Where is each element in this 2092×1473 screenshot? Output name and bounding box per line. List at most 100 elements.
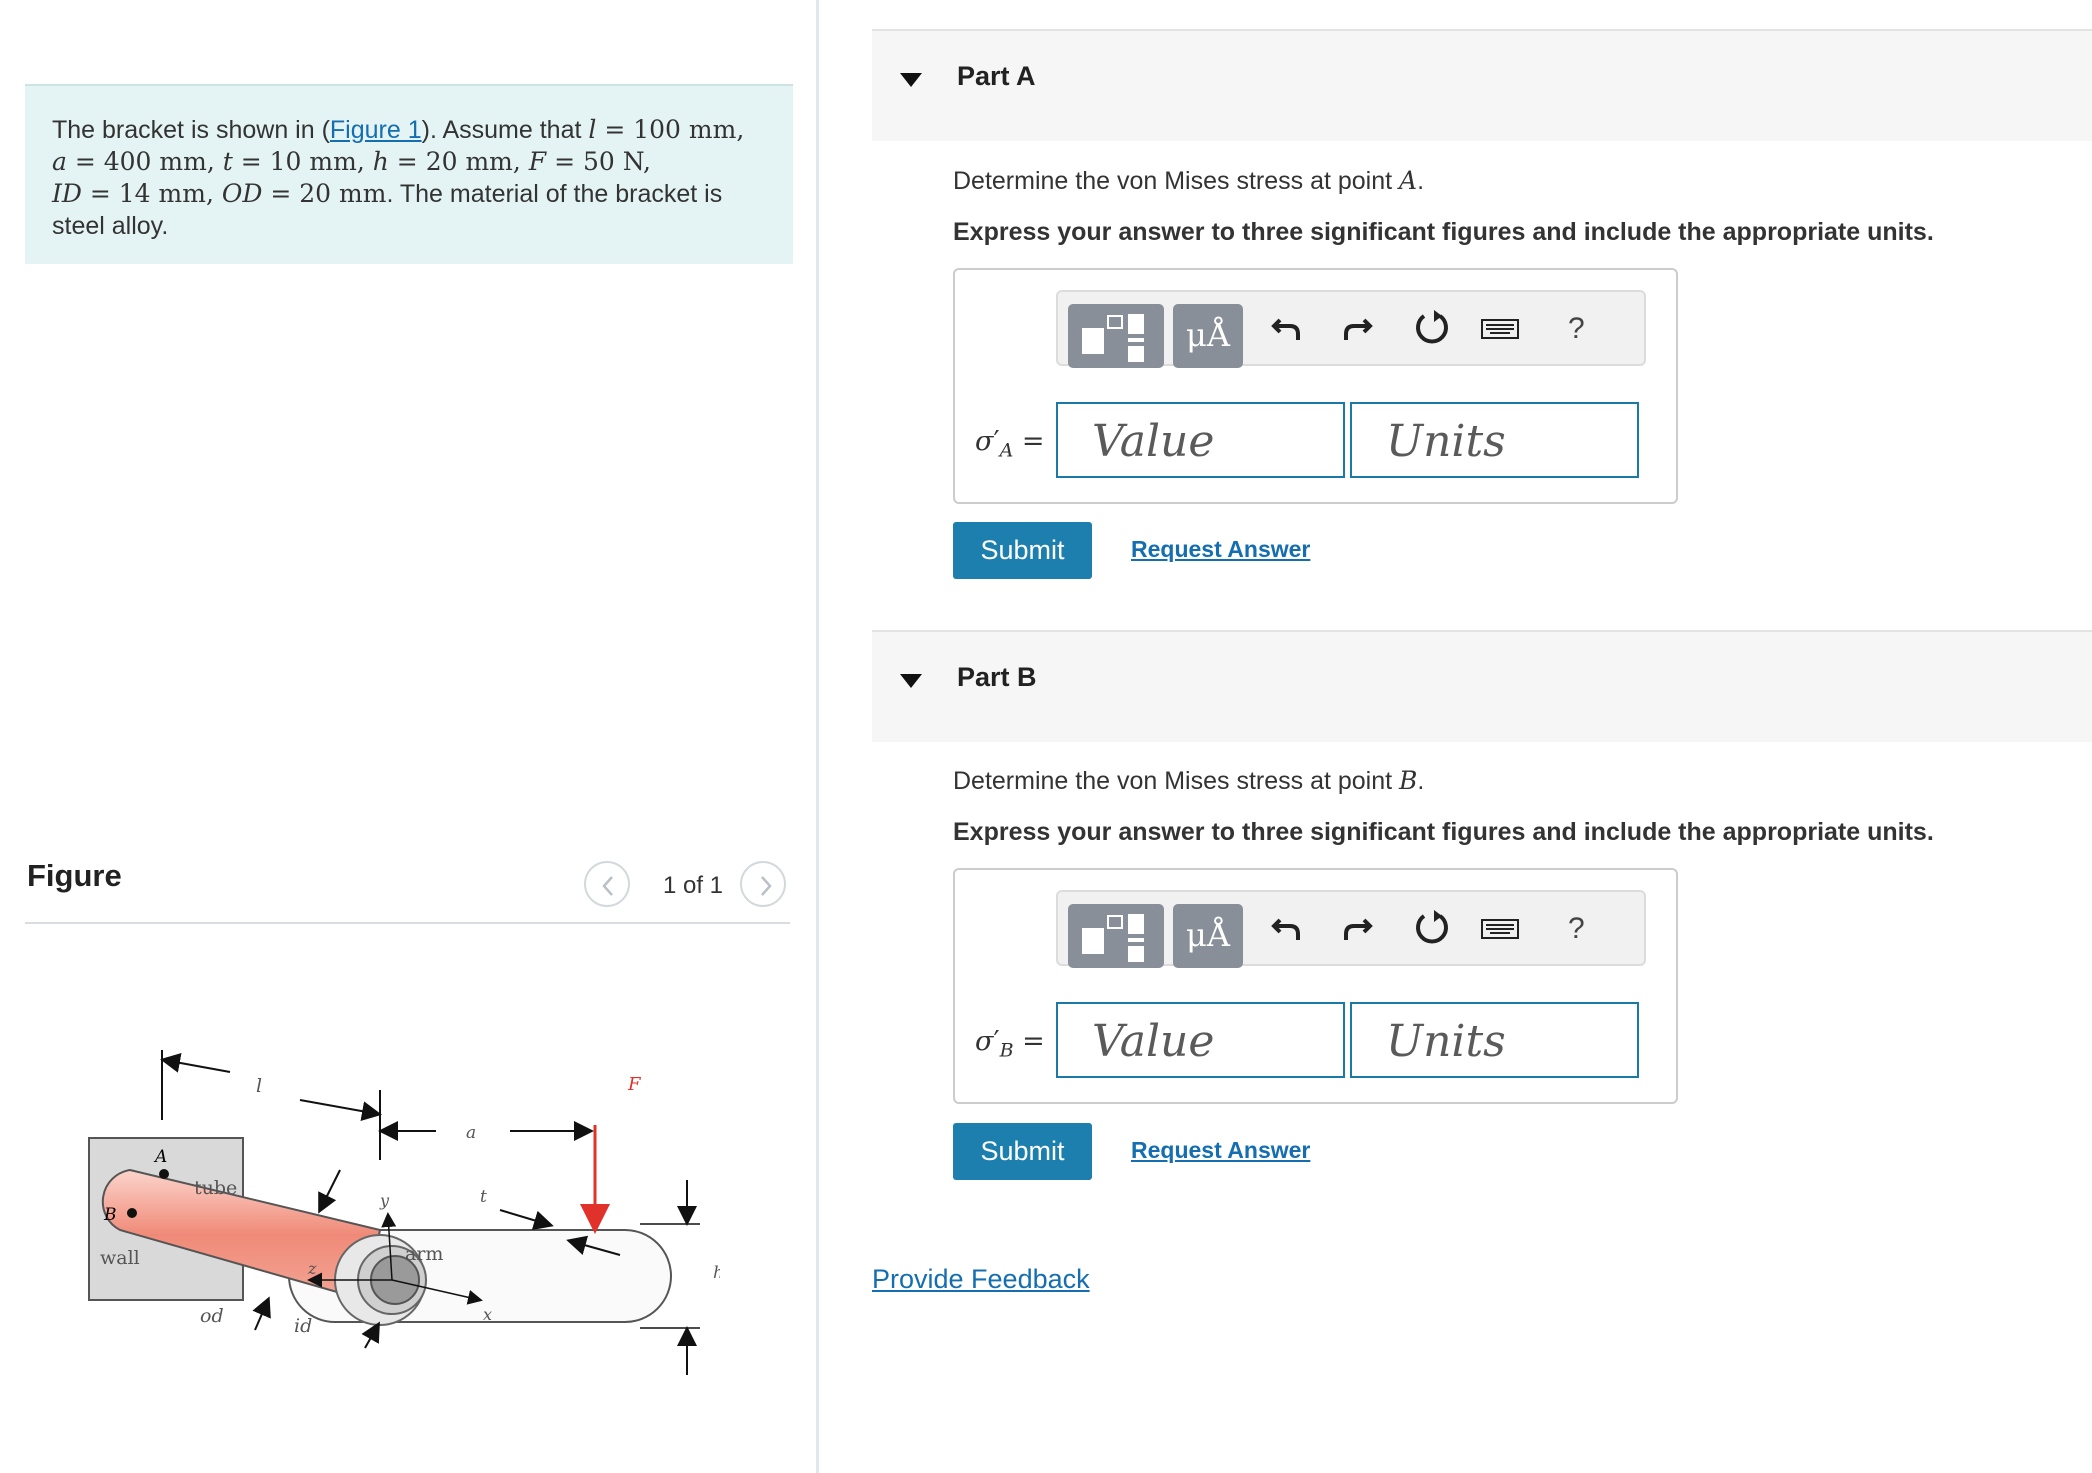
previous-figure-button[interactable]: [584, 861, 630, 907]
request-answer-link[interactable]: Request Answer: [1131, 536, 1310, 563]
help-icon[interactable]: ?: [1568, 912, 1585, 946]
label-a-point: A: [153, 1147, 167, 1167]
figure-link[interactable]: Figure 1: [330, 116, 422, 144]
given-value: 20: [425, 147, 458, 176]
label-h: h: [713, 1263, 720, 1283]
part-a-title: Part A: [957, 61, 1036, 91]
given-value: 400: [103, 147, 152, 176]
given-symbol: a: [52, 147, 67, 176]
given-symbol: ID: [52, 179, 82, 208]
request-answer-link[interactable]: Request Answer: [1131, 1137, 1310, 1164]
given-unit: mm: [309, 147, 357, 176]
part-b-question: Determine the von Mises stress at point …: [953, 766, 1425, 795]
part-a-answer-box: μÅ ? σ′A = Value Units: [953, 268, 1678, 504]
reset-icon[interactable]: [1410, 306, 1454, 350]
keyboard-icon[interactable]: [1478, 306, 1522, 350]
redo-icon[interactable]: [1334, 306, 1378, 350]
problem-text: ). Assume that: [421, 116, 589, 144]
given-unit: mm: [159, 147, 207, 176]
figure-divider: [25, 922, 790, 924]
undo-icon[interactable]: [1266, 906, 1310, 950]
label-f: F: [627, 1074, 642, 1095]
given-value: 20: [299, 179, 332, 208]
given-unit: mm: [339, 179, 387, 208]
help-icon[interactable]: ?: [1568, 312, 1585, 346]
problem-statement: The bracket is shown in (Figure 1). Assu…: [25, 84, 793, 264]
variable-subscript: A: [999, 439, 1014, 462]
label-arm: arm: [405, 1243, 443, 1265]
value-input[interactable]: Value: [1056, 1002, 1345, 1078]
given-unit: N: [622, 147, 644, 176]
variable-subscript: B: [999, 1039, 1014, 1062]
units-placeholder: Units: [1386, 1016, 1506, 1067]
value-placeholder: Value: [1092, 1016, 1215, 1067]
part-a-header[interactable]: Part A: [872, 29, 2092, 141]
label-y: y: [379, 1191, 390, 1210]
label-id: id: [294, 1315, 312, 1337]
bracket-figure: A B wall tube arm od id l a t h F x y z: [88, 1050, 720, 1375]
templates-button[interactable]: [1068, 304, 1164, 368]
point-b-marker: [127, 1208, 137, 1218]
units-button[interactable]: μÅ: [1173, 904, 1243, 968]
variable-label: σ′A =: [975, 426, 1045, 462]
reset-icon[interactable]: [1410, 906, 1454, 950]
label-t: t: [480, 1187, 487, 1207]
keyboard-icon[interactable]: [1478, 906, 1522, 950]
question-text: Determine the von Mises stress at point: [953, 167, 1400, 195]
units-icon: μÅ: [1186, 916, 1230, 954]
question-point: B: [1399, 766, 1418, 795]
given-unit: mm: [465, 147, 513, 176]
next-figure-button[interactable]: [740, 861, 786, 907]
variable-label: σ′B =: [975, 1026, 1045, 1062]
collapse-triangle-icon[interactable]: [900, 73, 922, 87]
given-unit: mm: [688, 115, 737, 144]
label-od: od: [200, 1305, 224, 1327]
given-value: 14: [118, 179, 151, 208]
column-divider: [816, 0, 819, 1473]
given-symbol: t: [222, 147, 233, 176]
question-text: Determine the von Mises stress at point: [953, 767, 1400, 795]
label-x: x: [483, 1305, 492, 1324]
figure-title: Figure: [27, 858, 122, 893]
given-unit: mm: [158, 179, 206, 208]
value-input[interactable]: Value: [1056, 402, 1345, 478]
label-b-point: B: [103, 1205, 117, 1225]
chevron-left-icon: [602, 876, 613, 896]
part-b-header[interactable]: Part B: [872, 630, 2092, 742]
label-tube: tube: [194, 1177, 237, 1199]
given-symbol: l: [588, 115, 597, 144]
templates-icon: [1082, 914, 1144, 962]
templates-button[interactable]: [1068, 904, 1164, 968]
units-input[interactable]: Units: [1350, 1002, 1639, 1078]
question-point: A: [1399, 166, 1418, 195]
label-l: l: [256, 1075, 262, 1097]
problem-panel: The bracket is shown in (Figure 1). Assu…: [0, 0, 818, 1473]
part-b-title: Part B: [957, 662, 1037, 692]
chevron-right-icon: [761, 876, 772, 896]
templates-icon: [1082, 314, 1144, 362]
figure-counter: 1 of 1: [662, 872, 724, 899]
given-symbol: h: [372, 147, 389, 176]
equation-toolbar: μÅ ?: [1056, 890, 1646, 968]
given-value: 100: [633, 115, 681, 144]
label-z: z: [307, 1259, 317, 1278]
units-button[interactable]: μÅ: [1173, 304, 1243, 368]
given-value: 50: [582, 147, 615, 176]
units-placeholder: Units: [1386, 416, 1506, 467]
part-a-instruction: Express your answer to three significant…: [953, 218, 1934, 246]
point-a-marker: [159, 1169, 169, 1179]
label-wall: wall: [100, 1247, 140, 1269]
provide-feedback-link[interactable]: Provide Feedback: [872, 1264, 1090, 1295]
submit-button[interactable]: Submit: [953, 1123, 1092, 1180]
value-placeholder: Value: [1092, 416, 1215, 467]
submit-button[interactable]: Submit: [953, 522, 1092, 579]
collapse-triangle-icon[interactable]: [900, 674, 922, 688]
given-symbol: F: [528, 147, 547, 176]
units-input[interactable]: Units: [1350, 402, 1639, 478]
part-b-instruction: Express your answer to three significant…: [953, 818, 1934, 846]
given-value: 10: [269, 147, 302, 176]
given-symbol: OD: [221, 179, 263, 208]
redo-icon[interactable]: [1334, 906, 1378, 950]
problem-text: The bracket is shown in (: [52, 116, 330, 144]
undo-icon[interactable]: [1266, 306, 1310, 350]
